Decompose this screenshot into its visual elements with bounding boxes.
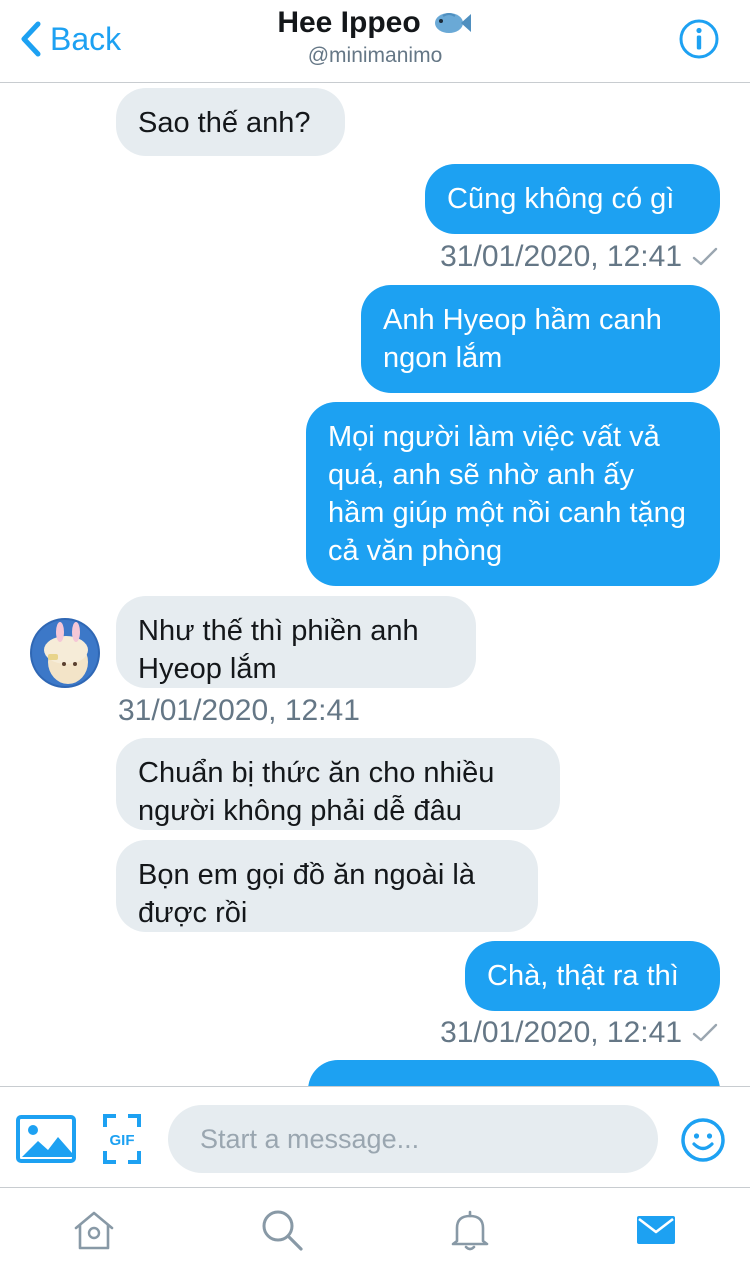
message-composer: GIF xyxy=(0,1086,750,1188)
gif-label: GIF xyxy=(110,1132,135,1149)
message-bubble-incoming[interactable]: Sao thế anh? xyxy=(116,88,345,156)
search-icon[interactable] xyxy=(260,1208,304,1252)
timestamp-text: 31/01/2020, 12:41 xyxy=(118,694,360,727)
message-bubble-outgoing[interactable]: Cũng không có gì xyxy=(425,164,720,234)
messages-icon[interactable] xyxy=(634,1208,678,1252)
image-icon[interactable] xyxy=(16,1115,76,1163)
emoji-icon[interactable] xyxy=(680,1117,726,1163)
timestamp-text: 31/01/2020, 12:41 xyxy=(440,240,682,273)
display-name: Hee Ippeo xyxy=(277,6,421,39)
conversation-title: Hee Ippeo xyxy=(277,6,472,40)
message-bubble-outgoing[interactable]: Chà, thật ra thì xyxy=(465,941,720,1011)
message-bubble-incoming[interactable]: Bọn em gọi đồ ăn ngoài là được rồi xyxy=(116,840,538,932)
bottom-tab-bar xyxy=(0,1188,750,1288)
timestamp-text: 31/01/2020, 12:41 xyxy=(440,1016,682,1049)
message-timestamp: 31/01/2020, 12:41 xyxy=(440,240,718,274)
message-timestamp: 31/01/2020, 12:41 xyxy=(118,694,360,728)
fish-emoji-icon xyxy=(434,13,471,33)
message-input[interactable] xyxy=(168,1105,658,1173)
avatar-image xyxy=(30,618,100,688)
read-check-icon xyxy=(692,1023,718,1042)
read-check-icon xyxy=(692,247,718,266)
message-bubble-incoming[interactable]: Chuẩn bị thức ăn cho nhiều người không p… xyxy=(116,738,560,830)
message-thread[interactable]: Sao thế anh? Cũng không có gì 31/01/2020… xyxy=(0,84,750,1086)
conversation-title-block[interactable]: Hee Ippeo @minimanimo xyxy=(0,6,750,68)
message-timestamp: 31/01/2020, 12:41 xyxy=(440,1016,718,1050)
message-bubble-incoming[interactable]: Như thế thì phiền anh Hyeop lắm xyxy=(116,596,476,688)
home-icon[interactable] xyxy=(72,1208,116,1252)
avatar[interactable] xyxy=(30,618,100,688)
notifications-icon[interactable] xyxy=(448,1208,492,1252)
message-bubble-outgoing-partial[interactable] xyxy=(308,1060,720,1086)
gif-frame: GIF xyxy=(103,1114,141,1164)
message-bubble-outgoing[interactable]: Anh Hyeop hầm canh ngon lắm xyxy=(361,285,720,393)
info-icon[interactable] xyxy=(678,18,720,60)
message-bubble-outgoing[interactable]: Mọi người làm việc vất vả quá, anh sẽ nh… xyxy=(306,402,720,586)
gif-icon[interactable]: GIF xyxy=(102,1113,142,1165)
conversation-header: Back Hee Ippeo @minimanimo xyxy=(0,0,750,83)
user-handle: @minimanimo xyxy=(307,44,443,67)
